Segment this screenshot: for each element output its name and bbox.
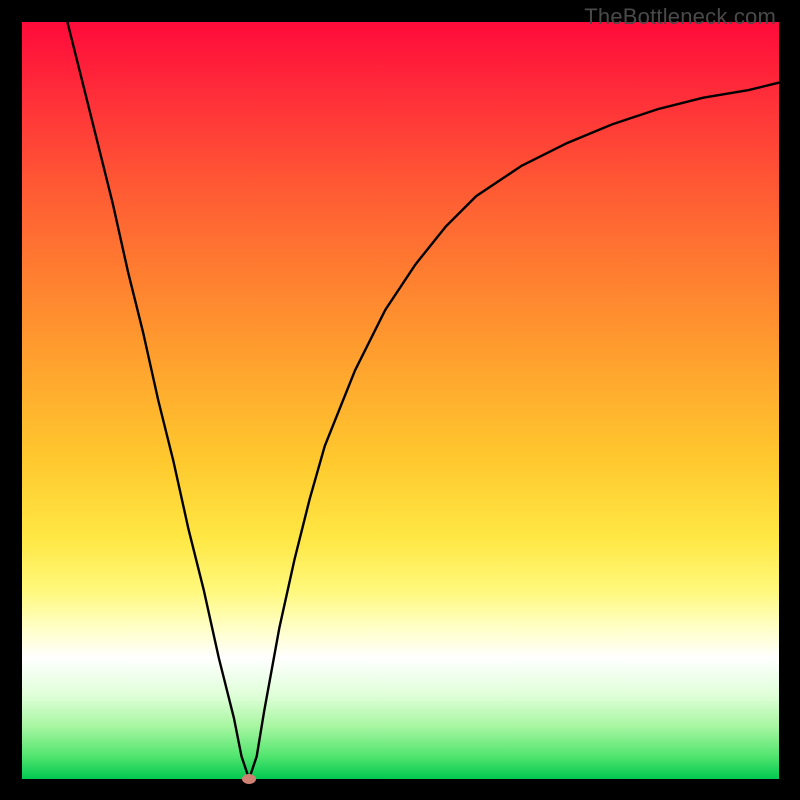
watermark-text: TheBottleneck.com <box>584 4 776 30</box>
min-point-marker <box>242 774 256 784</box>
bottleneck-curve <box>22 22 779 779</box>
chart-frame: TheBottleneck.com <box>0 0 800 800</box>
curve-path <box>67 22 779 779</box>
